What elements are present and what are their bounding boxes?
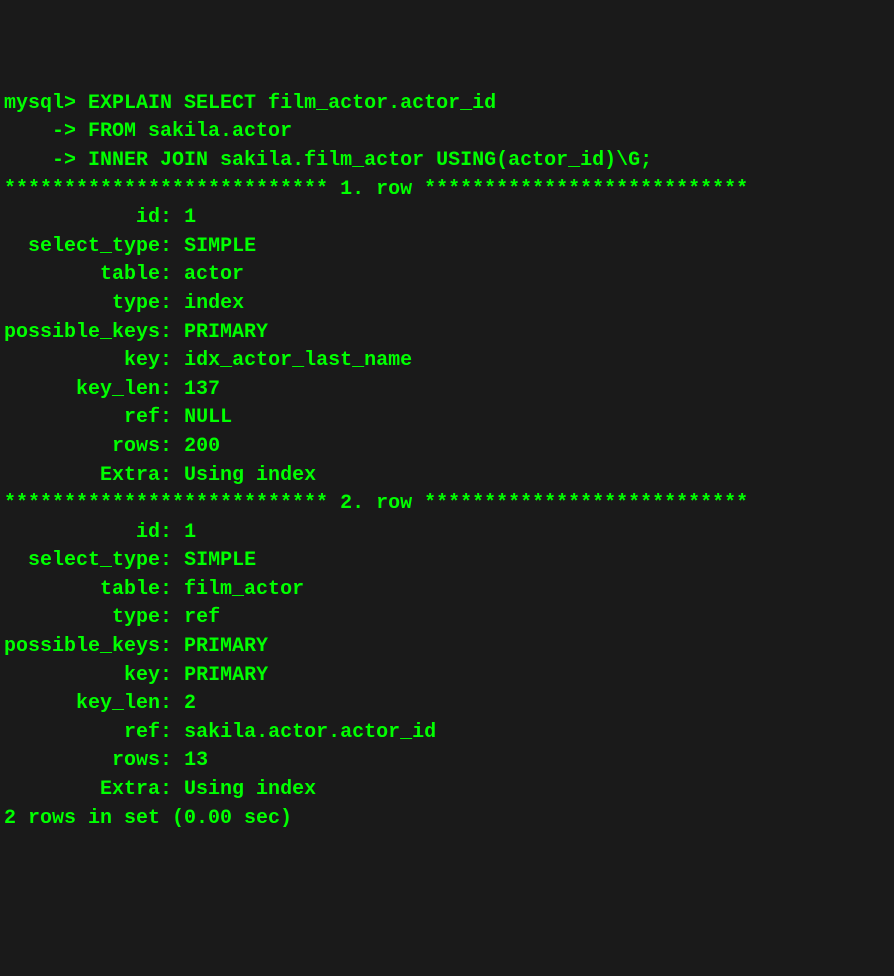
field-rows: rows: 13 xyxy=(4,747,890,776)
field-ref: ref: sakila.actor.actor_id xyxy=(4,719,890,748)
field-table: table: actor xyxy=(4,261,890,290)
terminal-output: mysql> EXPLAIN SELECT film_actor.actor_i… xyxy=(4,90,890,833)
field-id: id: 1 xyxy=(4,519,890,548)
mysql-prompt: mysql> xyxy=(4,92,76,115)
field-select-type: select_type: SIMPLE xyxy=(4,547,890,576)
result-footer: 2 rows in set (0.00 sec) xyxy=(4,805,890,834)
field-key: key: PRIMARY xyxy=(4,662,890,691)
field-type: type: ref xyxy=(4,604,890,633)
field-ref: ref: NULL xyxy=(4,404,890,433)
field-key-len: key_len: 2 xyxy=(4,690,890,719)
field-possible-keys: possible_keys: PRIMARY xyxy=(4,633,890,662)
field-key-len: key_len: 137 xyxy=(4,376,890,405)
row-separator-1: *************************** 1. row *****… xyxy=(4,176,890,205)
field-possible-keys: possible_keys: PRIMARY xyxy=(4,319,890,348)
continuation-prompt: -> xyxy=(4,149,76,172)
query-line-3: -> INNER JOIN sakila.film_actor USING(ac… xyxy=(4,147,890,176)
field-extra: Extra: Using index xyxy=(4,776,890,805)
field-table: table: film_actor xyxy=(4,576,890,605)
field-select-type: select_type: SIMPLE xyxy=(4,233,890,262)
field-extra: Extra: Using index xyxy=(4,462,890,491)
field-type: type: index xyxy=(4,290,890,319)
query-line-1: mysql> EXPLAIN SELECT film_actor.actor_i… xyxy=(4,90,890,119)
field-key: key: idx_actor_last_name xyxy=(4,347,890,376)
query-line-2: -> FROM sakila.actor xyxy=(4,118,890,147)
field-id: id: 1 xyxy=(4,204,890,233)
continuation-prompt: -> xyxy=(4,120,76,143)
row-separator-2: *************************** 2. row *****… xyxy=(4,490,890,519)
field-rows: rows: 200 xyxy=(4,433,890,462)
